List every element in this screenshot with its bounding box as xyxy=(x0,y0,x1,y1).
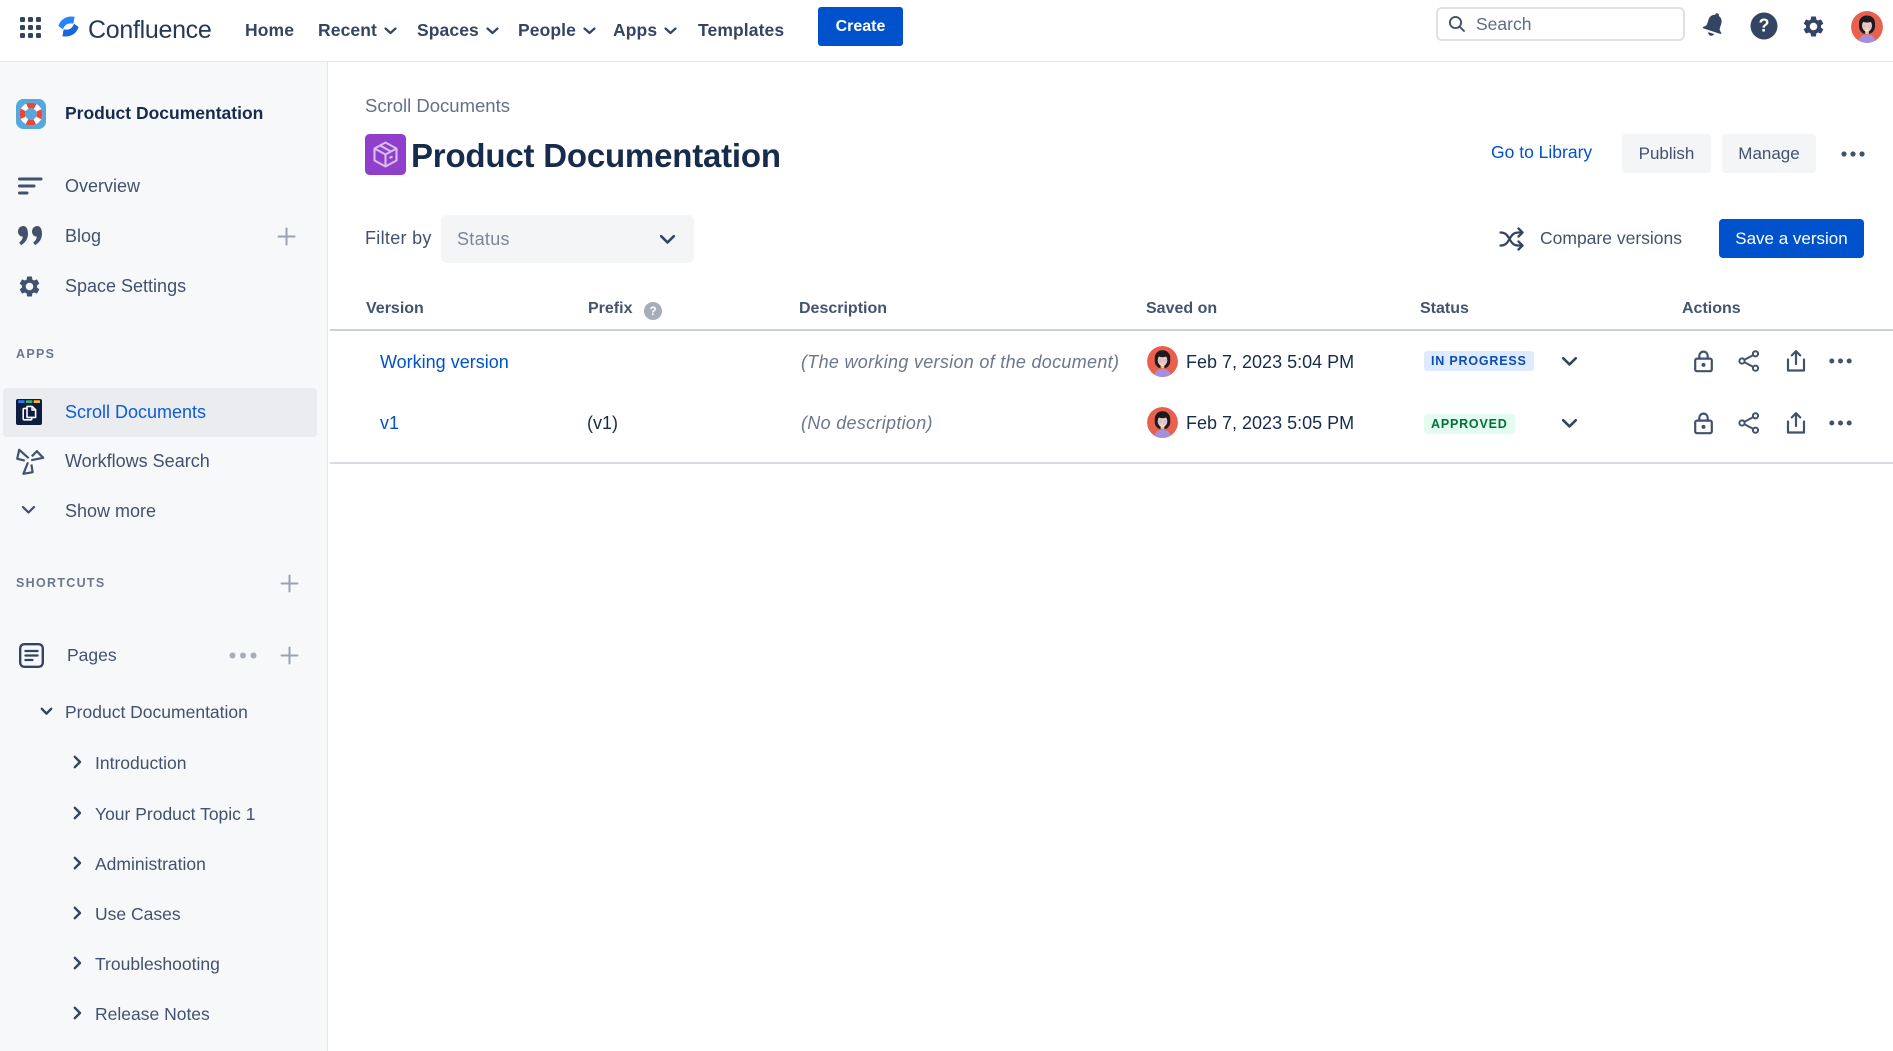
svg-text:?: ? xyxy=(1759,16,1770,36)
svg-text:?: ? xyxy=(649,306,656,318)
